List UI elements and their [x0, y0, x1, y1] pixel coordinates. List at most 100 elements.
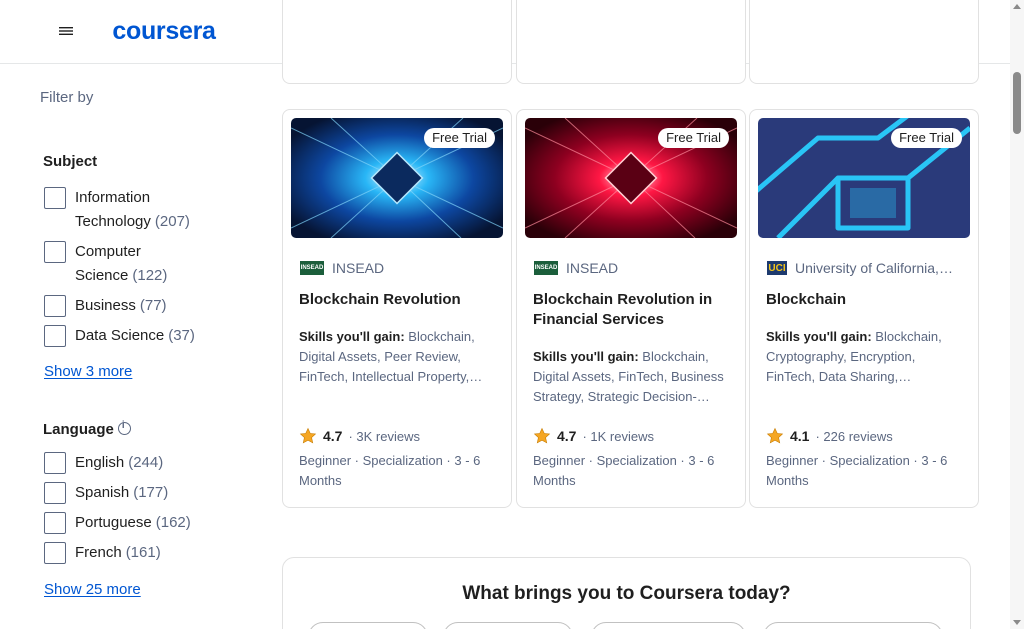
partner-row: INSEAD INSEAD: [534, 260, 734, 276]
skills-label: Skills you'll gain:: [299, 329, 405, 344]
option-label: Spanish: [75, 484, 130, 501]
uc-logo: UCI: [767, 261, 787, 275]
course-card-blockchain[interactable]: Free Trial UCI University of California,…: [749, 109, 979, 508]
checkbox[interactable]: [44, 187, 66, 209]
scroll-up-arrow-icon[interactable]: [1013, 4, 1021, 9]
course-title[interactable]: Blockchain Revolution: [299, 290, 499, 310]
scroll-down-arrow-icon[interactable]: [1013, 620, 1021, 625]
insead-logo: INSEAD: [534, 261, 558, 275]
language-option-french[interactable]: French (161): [44, 541, 161, 565]
review-count: 3K reviews: [356, 428, 420, 444]
language-heading: Language: [43, 420, 131, 438]
skills-text: Skills you'll gain: Blockchain, Digital …: [533, 347, 733, 407]
star-icon: [533, 427, 551, 444]
filter-by-heading: Filter by: [40, 89, 94, 106]
option-label: Computer: [75, 243, 141, 260]
logo-text: coursera: [112, 16, 216, 45]
option-label-line2: Science: [75, 267, 129, 284]
star-icon: [299, 427, 317, 444]
course-thumbnail: Free Trial: [525, 118, 737, 238]
hamburger-menu-icon: [59, 27, 73, 35]
review-count: 226 reviews: [823, 428, 893, 444]
option-label: Data Science: [75, 327, 165, 344]
partner-name: INSEAD: [566, 260, 619, 276]
option-count: (244): [128, 454, 164, 471]
rating-separator: ·: [815, 428, 824, 444]
language-option-english[interactable]: English (244): [44, 451, 163, 475]
option-count: (37): [168, 327, 195, 344]
subject-heading: Subject: [43, 153, 98, 170]
goal-option-button[interactable]: [763, 622, 943, 629]
option-count: (207): [154, 213, 190, 230]
option-count: (122): [132, 267, 168, 284]
subject-option-data-science[interactable]: Data Science (37): [44, 324, 195, 348]
coursera-logo[interactable]: coursera: [92, 8, 236, 54]
rating-score: 4.7: [557, 428, 577, 444]
subject-option-business[interactable]: Business (77): [44, 294, 167, 318]
partner-row: UCI University of California,…: [767, 260, 967, 276]
course-card-partial[interactable]: [749, 0, 979, 84]
option-label: Information: [75, 189, 151, 206]
option-count: (177): [133, 484, 169, 501]
option-label-line2: Technology: [75, 213, 151, 230]
course-card-partial[interactable]: [282, 0, 512, 84]
checkbox[interactable]: [44, 241, 66, 263]
rating-row: 4.7 · 1K reviews: [533, 427, 654, 445]
partner-name: University of California,…: [795, 260, 953, 276]
rating-score: 4.1: [790, 428, 810, 444]
rating-score: 4.7: [323, 428, 343, 444]
checkbox[interactable]: [44, 512, 66, 534]
course-title[interactable]: Blockchain Revolution in Financial Servi…: [533, 290, 733, 330]
rating-separator: ·: [348, 428, 357, 444]
page-scrollbar[interactable]: [1010, 0, 1024, 629]
info-icon[interactable]: [117, 420, 131, 435]
checkbox[interactable]: [44, 542, 66, 564]
review-count: 1K reviews: [590, 428, 654, 444]
free-trial-badge: Free Trial: [424, 128, 495, 148]
rating-separator: ·: [582, 428, 591, 444]
course-card-blockchain-revolution[interactable]: Free Trial INSEAD INSEAD Blockchain Revo…: [282, 109, 512, 508]
language-option-portuguese[interactable]: Portuguese (162): [44, 511, 191, 535]
option-label: Business: [75, 297, 136, 314]
skills-label: Skills you'll gain:: [533, 349, 639, 364]
course-card-partial[interactable]: [516, 0, 746, 84]
skills-label: Skills you'll gain:: [766, 329, 872, 344]
checkbox[interactable]: [44, 482, 66, 504]
option-label: English: [75, 454, 125, 471]
option-count: (77): [139, 297, 167, 314]
course-thumbnail: Free Trial: [758, 118, 970, 238]
goal-option-button[interactable]: [308, 622, 428, 629]
subject-show-more-link[interactable]: Show 3 more: [44, 363, 132, 380]
free-trial-badge: Free Trial: [891, 128, 962, 148]
course-card-blockchain-revolution-financial[interactable]: Free Trial INSEAD INSEAD Blockchain Revo…: [516, 109, 746, 508]
star-icon: [766, 427, 784, 444]
goal-prompt-title: What brings you to Coursera today?: [462, 583, 791, 604]
goal-option-button[interactable]: [591, 622, 746, 629]
goal-option-button[interactable]: [443, 622, 573, 629]
option-label: Portuguese: [75, 514, 152, 531]
checkbox[interactable]: [44, 295, 66, 317]
language-show-more-link[interactable]: Show 25 more: [44, 581, 141, 598]
subject-option-information-technology[interactable]: Information Technology (207): [44, 186, 190, 234]
menu-button[interactable]: [48, 9, 84, 53]
language-option-spanish[interactable]: Spanish (177): [44, 481, 168, 505]
free-trial-badge: Free Trial: [658, 128, 729, 148]
insead-logo: INSEAD: [300, 261, 324, 275]
skills-text: Skills you'll gain: Blockchain, Digital …: [299, 327, 499, 387]
course-meta: Beginner · Specialization · 3 - 6 Months: [533, 453, 715, 488]
checkbox[interactable]: [44, 325, 66, 347]
filter-sidebar: Filter by Subject Information Technology…: [0, 65, 270, 629]
skills-text: Skills you'll gain: Blockchain, Cryptogr…: [766, 327, 966, 387]
option-label: French: [75, 544, 122, 561]
course-thumbnail: Free Trial: [291, 118, 503, 238]
checkbox[interactable]: [44, 452, 66, 474]
course-title[interactable]: Blockchain: [766, 290, 966, 310]
subject-option-computer-science[interactable]: Computer Science (122): [44, 240, 167, 288]
goal-prompt-box: What brings you to Coursera today?: [282, 557, 971, 629]
course-meta: Beginner · Specialization · 3 - 6 Months: [299, 453, 481, 488]
partner-row: INSEAD INSEAD: [300, 260, 500, 276]
scrollbar-thumb[interactable]: [1013, 72, 1021, 134]
language-heading-text: Language: [43, 421, 114, 438]
option-count: (162): [155, 514, 191, 531]
course-meta: Beginner · Specialization · 3 - 6 Months: [766, 453, 948, 488]
